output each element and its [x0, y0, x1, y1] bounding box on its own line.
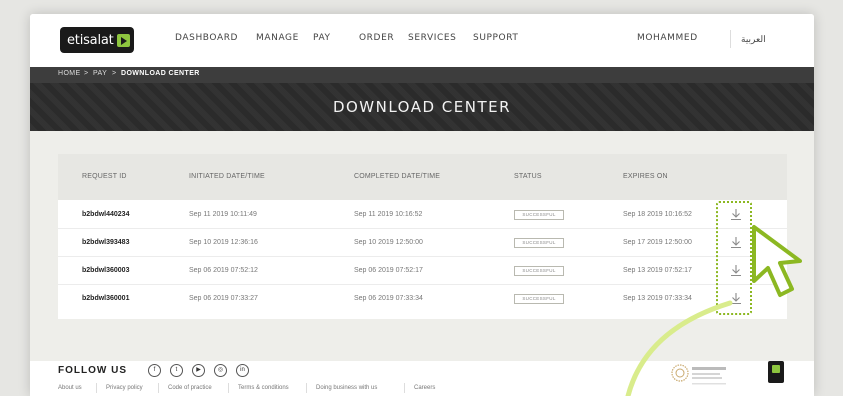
instagram-icon[interactable]: ◎: [214, 364, 227, 377]
top-header: etisalat DASHBOARD MANAGE PAY ORDER SERV…: [30, 14, 814, 67]
breadcrumb-current: DOWNLOAD CENTER: [121, 70, 200, 77]
download-column-highlight: [716, 201, 752, 315]
header-completed: COMPLETED DATE/TIME: [354, 173, 441, 180]
download-table: REQUEST ID INITIATED DATE/TIME COMPLETED…: [58, 154, 787, 319]
footer-link-careers[interactable]: Careers: [414, 385, 435, 391]
initiated-time: Sep 11 2019 10:11:49: [189, 211, 257, 218]
footer-link-code[interactable]: Code of practice: [168, 385, 212, 391]
footer-divider: [158, 383, 159, 393]
request-id: b2bdwl393483: [82, 239, 130, 246]
expires-time: Sep 17 2019 12:50:00: [623, 239, 692, 246]
breadcrumb-home[interactable]: HOME: [58, 70, 81, 77]
nav-services[interactable]: SERVICES: [408, 33, 456, 43]
page-title: DOWNLOAD CENTER: [332, 98, 512, 116]
nav-dashboard[interactable]: DASHBOARD: [175, 33, 238, 43]
page-banner: DOWNLOAD CENTER: [30, 83, 814, 131]
completed-time: Sep 10 2019 12:50:00: [354, 239, 423, 246]
youtube-icon[interactable]: ▶: [192, 364, 205, 377]
header-initiated: INITIATED DATE/TIME: [189, 173, 265, 180]
status-badge: SUCCESSFUL: [514, 266, 564, 276]
twitter-icon[interactable]: t: [170, 364, 183, 377]
initiated-time: Sep 06 2019 07:33:27: [189, 295, 258, 302]
breadcrumb-separator: >: [84, 70, 89, 77]
etisalat-footer-logo: [768, 361, 784, 383]
request-id: b2bdwl360003: [82, 267, 130, 274]
footer-divider: [306, 383, 307, 393]
breadcrumb-separator: >: [112, 70, 117, 77]
expires-time: Sep 18 2019 10:16:52: [623, 211, 692, 218]
header-expires: EXPIRES ON: [623, 173, 668, 180]
user-menu[interactable]: MOHAMMED: [637, 33, 698, 43]
table-row: b2bdwl393483 Sep 10 2019 12:36:16 Sep 10…: [58, 229, 787, 257]
footer-link-privacy[interactable]: Privacy policy: [106, 385, 143, 391]
pointer-arrow-icon: [625, 300, 733, 396]
breadcrumb: HOME > PAY > DOWNLOAD CENTER: [30, 67, 814, 83]
linkedin-icon[interactable]: in: [236, 364, 249, 377]
footer-divider: [96, 383, 97, 393]
table-header: REQUEST ID INITIATED DATE/TIME COMPLETED…: [58, 154, 787, 200]
nav-pay[interactable]: PAY: [313, 33, 331, 43]
initiated-time: Sep 06 2019 07:52:12: [189, 267, 258, 274]
main-nav: DASHBOARD MANAGE PAY ORDER SERVICES SUPP…: [30, 33, 814, 49]
request-id: b2bdwl440234: [82, 211, 130, 218]
completed-time: Sep 06 2019 07:52:17: [354, 267, 423, 274]
status-badge: SUCCESSFUL: [514, 238, 564, 248]
footer-link-about[interactable]: About us: [58, 385, 82, 391]
breadcrumb-pay[interactable]: PAY: [93, 70, 107, 77]
completed-time: Sep 06 2019 07:33:34: [354, 295, 423, 302]
header-status: STATUS: [514, 173, 542, 180]
status-badge: SUCCESSFUL: [514, 210, 564, 220]
nav-support[interactable]: SUPPORT: [473, 33, 519, 43]
footer-link-business[interactable]: Doing business with us: [316, 385, 377, 391]
footer-divider: [228, 383, 229, 393]
expires-time: Sep 13 2019 07:52:17: [623, 267, 692, 274]
status-badge: SUCCESSFUL: [514, 294, 564, 304]
header-request-id: REQUEST ID: [82, 173, 127, 180]
footer-link-terms[interactable]: Terms & conditions: [238, 385, 289, 391]
table-row: b2bdwl360003 Sep 06 2019 07:52:12 Sep 06…: [58, 257, 787, 285]
request-id: b2bdwl360001: [82, 295, 130, 302]
facebook-icon[interactable]: f: [148, 364, 161, 377]
nav-order[interactable]: ORDER: [359, 33, 394, 43]
footer-divider: [404, 383, 405, 393]
language-toggle[interactable]: العربية: [730, 30, 766, 48]
follow-us-label: FOLLOW US: [58, 365, 127, 376]
initiated-time: Sep 10 2019 12:36:16: [189, 239, 258, 246]
nav-manage[interactable]: MANAGE: [256, 33, 299, 43]
completed-time: Sep 11 2019 10:16:52: [354, 211, 423, 218]
cursor-icon: [752, 225, 802, 297]
table-row: b2bdwl440234 Sep 11 2019 10:11:49 Sep 11…: [58, 201, 787, 229]
